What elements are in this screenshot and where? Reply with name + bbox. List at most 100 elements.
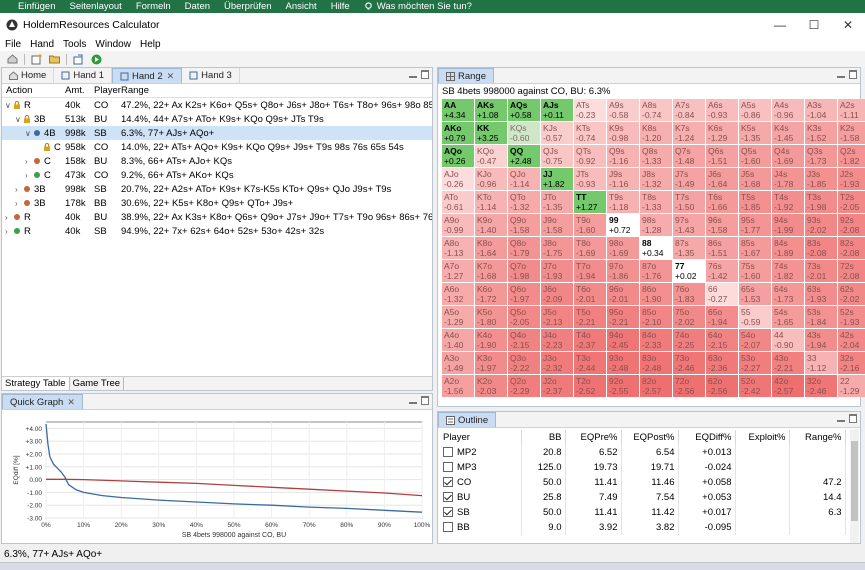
range-cell[interactable]: 43o -2.21 (772, 352, 804, 374)
outline-row[interactable]: BB 9.0 3.92 3.82 -0.095 (440, 520, 846, 535)
range-cell[interactable]: 99 +0.72 (607, 214, 639, 236)
range-cell[interactable]: A5s -0.86 (739, 99, 771, 121)
range-cell[interactable]: K7s -1.24 (673, 122, 705, 144)
maximize-panel-icon[interactable] (421, 396, 429, 405)
tree-row[interactable]: ∨ R 40k CO 47.2%, 22+ Ax K2s+ K6o+ Q5s+ Q8o+… (2, 98, 432, 112)
ribbon-item[interactable]: Formeln (136, 1, 171, 12)
range-cell[interactable]: 94o -2.45 (607, 329, 639, 351)
range-cell[interactable]: QJo -1.14 (508, 168, 540, 190)
range-cell[interactable]: K6s -1.29 (706, 122, 738, 144)
range-cell[interactable]: 84s -1.89 (772, 237, 804, 259)
range-cell[interactable]: Q5o -2.05 (508, 306, 540, 328)
range-cell[interactable]: KK +3.25 (475, 122, 507, 144)
range-cell[interactable]: T3s -1.98 (805, 191, 837, 213)
expand-toggle-icon[interactable]: › (25, 157, 33, 166)
range-cell[interactable]: 63o -2.36 (706, 352, 738, 374)
col-amount[interactable]: Amt. (65, 85, 94, 96)
range-cell[interactable]: 95o -2.21 (607, 306, 639, 328)
open-folder-icon[interactable] (48, 53, 60, 65)
tree-row[interactable]: ∨ 3B 513k BU 14.4%, 44+ A7s+ ATo+ K9s+ KQo Q… (2, 112, 432, 126)
range-cell[interactable]: Q6o -1.97 (508, 283, 540, 305)
range-cell[interactable]: 52s -1.93 (838, 306, 865, 328)
range-cell[interactable]: 82o -2.57 (640, 375, 672, 397)
range-cell[interactable]: J3s -1.85 (805, 168, 837, 190)
range-cell[interactable]: 97s -1.43 (673, 214, 705, 236)
range-cell[interactable]: 64o -2.15 (706, 329, 738, 351)
range-cell[interactable]: 75s -1.60 (739, 260, 771, 282)
menu-window[interactable]: Window (95, 39, 131, 50)
range-cell[interactable]: 42s -2.04 (838, 329, 865, 351)
tab-hand-3[interactable]: Hand 3 (182, 68, 240, 83)
range-cell[interactable]: 92s -2.08 (838, 214, 865, 236)
range-cell[interactable]: 85s -1.67 (739, 237, 771, 259)
range-cell[interactable]: 85o -2.10 (640, 306, 672, 328)
range-cell[interactable]: 75o -2.02 (673, 306, 705, 328)
expand-toggle-icon[interactable]: › (5, 227, 13, 236)
scrollbar-thumb[interactable] (851, 441, 858, 521)
range-cell[interactable]: 63s -1.93 (805, 283, 837, 305)
range-cell[interactable]: K4s -1.45 (772, 122, 804, 144)
range-cell[interactable]: AKs +1.08 (475, 99, 507, 121)
tree-row[interactable]: › 3B 998k SB 20.7%, 22+ A2s+ ATo+ K9s+ K7s-K… (2, 182, 432, 196)
export-icon[interactable] (72, 53, 84, 65)
range-cell[interactable]: 42o -2.57 (772, 375, 804, 397)
range-cell[interactable]: ATs -0.23 (574, 99, 606, 121)
range-cell[interactable]: K8s -1.20 (640, 122, 672, 144)
col-eqpost[interactable]: EQPost% (621, 430, 679, 445)
tab-hand-2[interactable]: Hand 2 ✕ (111, 68, 183, 83)
range-cell[interactable]: KJo -0.96 (475, 168, 507, 190)
range-cell[interactable]: K5o -1.80 (475, 306, 507, 328)
range-cell[interactable]: A4o -1.40 (442, 329, 474, 351)
close-tab-icon[interactable]: ✕ (167, 71, 175, 82)
ribbon-item[interactable]: Seitenlayout (70, 1, 122, 12)
range-cell[interactable]: Q7o -1.98 (508, 260, 540, 282)
range-cell[interactable]: 96o -2.01 (607, 283, 639, 305)
range-cell[interactable]: J7o -1.93 (541, 260, 573, 282)
range-cell[interactable]: A2s -1.11 (838, 99, 865, 121)
col-exploit[interactable]: Exploit% (735, 430, 790, 445)
range-cell[interactable]: J4o -2.23 (541, 329, 573, 351)
range-cell[interactable]: A6o -1.32 (442, 283, 474, 305)
range-cell[interactable]: T7s -1.50 (673, 191, 705, 213)
range-cell[interactable]: J7s -1.49 (673, 168, 705, 190)
ribbon-item[interactable]: Einfügen (18, 1, 56, 12)
player-checkbox[interactable] (443, 447, 453, 458)
range-cell[interactable]: T5o -2.21 (574, 306, 606, 328)
outline-row[interactable]: CO 50.0 11.41 11.46 +0.058 47.2 (440, 475, 846, 490)
range-cell[interactable]: 87s -1.35 (673, 237, 705, 259)
menu-hand[interactable]: Hand (30, 39, 54, 50)
range-cell[interactable]: Q9s -1.16 (607, 145, 639, 167)
range-cell[interactable]: AQs +0.58 (508, 99, 540, 121)
range-cell[interactable]: A8o -1.13 (442, 237, 474, 259)
col-range[interactable]: Range (121, 85, 432, 96)
range-cell[interactable]: AJo -0.26 (442, 168, 474, 190)
tab-home[interactable]: Home (2, 68, 55, 83)
player-checkbox[interactable] (443, 462, 453, 473)
range-cell[interactable]: AA +4.34 (442, 99, 474, 121)
minimize-panel-icon[interactable] (837, 420, 845, 422)
range-cell[interactable]: 88 +0.34 (640, 237, 672, 259)
minimize-panel-icon[interactable] (409, 76, 417, 78)
outline-scrollbar[interactable] (850, 429, 859, 543)
range-cell[interactable]: Q8o -1.79 (508, 237, 540, 259)
range-cell[interactable]: ATo -0.61 (442, 191, 474, 213)
range-cell[interactable]: 33 -1.12 (805, 352, 837, 374)
col-eqdiff[interactable]: EQDiff% (678, 430, 736, 445)
range-cell[interactable]: 65o -1.94 (706, 306, 738, 328)
range-cell[interactable]: 74o -2.25 (673, 329, 705, 351)
range-cell[interactable]: Q3o -2.22 (508, 352, 540, 374)
close-tab-icon[interactable]: ✕ (67, 397, 75, 408)
outline-row[interactable]: SB 50.0 11.41 11.42 +0.017 6.3 (440, 505, 846, 520)
range-cell[interactable]: 66 -0.27 (706, 283, 738, 305)
range-cell[interactable]: AJs +0.11 (541, 99, 573, 121)
range-cell[interactable]: 72o -2.56 (673, 375, 705, 397)
range-cell[interactable]: A7s -0.84 (673, 99, 705, 121)
range-cell[interactable]: A7o -1.27 (442, 260, 474, 282)
minimize-button[interactable]: — (763, 13, 797, 37)
range-cell[interactable]: 52o -2.42 (739, 375, 771, 397)
menu-tools[interactable]: Tools (63, 39, 86, 50)
range-cell[interactable]: A5o -1.29 (442, 306, 474, 328)
range-cell[interactable]: JTs -0.93 (574, 168, 606, 190)
range-cell[interactable]: 95s -1.77 (739, 214, 771, 236)
home-icon[interactable] (6, 53, 18, 65)
